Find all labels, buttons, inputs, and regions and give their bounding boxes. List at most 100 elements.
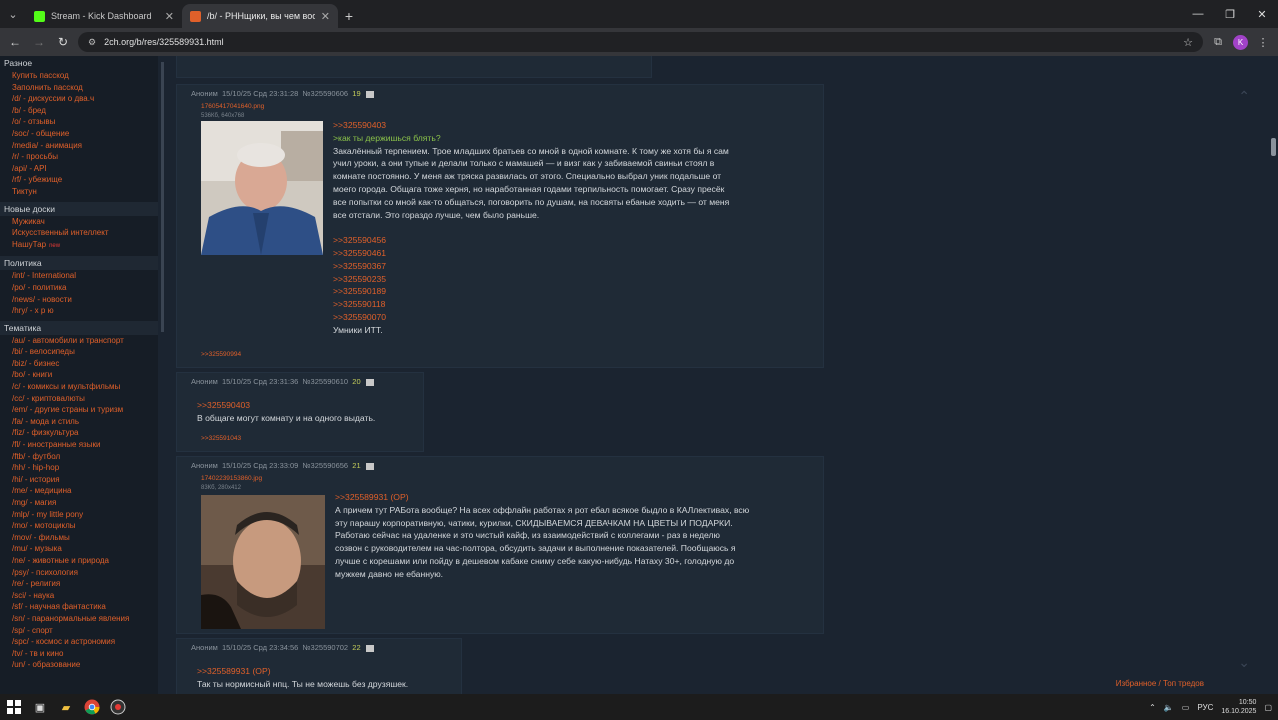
post-reference-link[interactable]: >>325590403 (333, 119, 813, 132)
tray-chevron-icon[interactable]: ⌃ (1149, 703, 1156, 712)
new-tab-button[interactable]: + (338, 4, 360, 28)
post-menu-icon[interactable] (365, 90, 374, 98)
sidebar-board-link[interactable]: /un/ - образование (0, 659, 158, 671)
tab-kick-dashboard[interactable]: Stream - Kick Dashboard ✕ (26, 4, 182, 28)
post-reference-link[interactable]: >>325590070 (333, 311, 813, 324)
tab-2ch-thread[interactable]: /b/ - РННщики, вы чем вообще ✕ (182, 4, 338, 28)
sidebar-board-link[interactable]: /news/ - новости (0, 294, 158, 306)
sidebar-board-link[interactable]: НашуТар new (0, 239, 158, 253)
post-image-thumbnail[interactable] (201, 121, 323, 255)
post-reference-link[interactable]: >>325589931 (OP) (335, 491, 819, 504)
profile-avatar[interactable]: K (1233, 34, 1248, 50)
sidebar-board-link[interactable]: /c/ - комиксы и мультфильмы (0, 381, 158, 393)
sidebar-scrollbar[interactable] (161, 62, 164, 332)
sidebar-board-link[interactable]: /ftb/ - футбол (0, 451, 158, 463)
url-field[interactable]: ⚙ 2ch.org/b/res/325589931.html ☆ (78, 32, 1203, 52)
post-id[interactable]: №325590702 (303, 643, 349, 652)
sidebar-board-link[interactable]: /em/ - другие страны и туризм (0, 404, 158, 416)
sidebar-board-link[interactable]: Купить пасскод (0, 70, 158, 82)
minimize-icon[interactable]: — (1182, 0, 1214, 28)
chrome-icon[interactable] (84, 699, 100, 715)
browser-menu-icon[interactable]: ⋮ (1254, 36, 1272, 49)
tab-close-icon[interactable]: ✕ (165, 10, 174, 23)
sidebar-board-link[interactable]: /r/ - просьбы (0, 151, 158, 163)
sidebar-board-link[interactable]: /int/ - International (0, 270, 158, 282)
sidebar-board-link[interactable]: /hry/ - х р ю (0, 305, 158, 317)
volume-icon[interactable]: 🔈 (1164, 703, 1174, 712)
sidebar-board-link[interactable]: /sci/ - наука (0, 590, 158, 602)
file-name[interactable]: 17402239153860.jpg (201, 475, 262, 482)
sidebar-board-link[interactable]: /sp/ - спорт (0, 625, 158, 637)
sidebar-board-link[interactable]: /tv/ - тв и кино (0, 648, 158, 660)
sidebar-board-link[interactable]: /me/ - медицина (0, 485, 158, 497)
post-menu-icon[interactable] (365, 378, 374, 386)
forward-icon[interactable]: → (30, 35, 48, 49)
sidebar-board-link[interactable]: /biz/ - бизнес (0, 358, 158, 370)
network-icon[interactable]: ▭ (1182, 703, 1190, 712)
file-explorer-icon[interactable]: ▰ (58, 699, 74, 715)
sidebar-board-link[interactable]: /bo/ - книги (0, 369, 158, 381)
post-id[interactable]: №325590656 (303, 461, 349, 470)
task-view-icon[interactable]: ▣ (32, 699, 48, 715)
sidebar-board-link[interactable]: /soc/ - общение (0, 128, 158, 140)
post-reference-link[interactable]: >>325589931 (OP) (197, 665, 459, 678)
post-reference-link[interactable]: >>325590118 (333, 298, 813, 311)
sidebar-board-link[interactable]: /d/ - дискуссии о два.ч (0, 93, 158, 105)
sidebar-board-link[interactable]: /fiz/ - физкультура (0, 427, 158, 439)
sidebar-board-link[interactable]: /hh/ - hip-hop (0, 462, 158, 474)
sidebar-board-link[interactable]: /rf/ - убежище (0, 174, 158, 186)
reply-link[interactable]: >>325591043 (201, 435, 241, 442)
file-name[interactable]: 17605417041640.png (201, 103, 264, 110)
extensions-icon[interactable]: ⧉ (1209, 36, 1227, 49)
sidebar-board-link[interactable]: /bi/ - велосипеды (0, 346, 158, 358)
post-id[interactable]: №325590610 (303, 377, 349, 386)
sidebar-board-link[interactable]: /sn/ - паранормальные явления (0, 613, 158, 625)
sidebar-board-link[interactable]: /ne/ - животные и природа (0, 555, 158, 567)
post-reference-link[interactable]: >>325590189 (333, 285, 813, 298)
sidebar-board-link[interactable]: /mo/ - мотоциклы (0, 520, 158, 532)
sidebar-board-link[interactable]: /po/ - политика (0, 282, 158, 294)
close-window-icon[interactable]: ✕ (1246, 0, 1278, 28)
sidebar-board-link[interactable]: /re/ - религия (0, 578, 158, 590)
sidebar-board-link[interactable]: /o/ - отзывы (0, 116, 158, 128)
back-icon[interactable]: ← (6, 35, 24, 49)
sidebar-board-link[interactable]: Заполнить пасскод (0, 82, 158, 94)
sidebar-board-link[interactable]: /api/ - API (0, 163, 158, 175)
sidebar-board-link[interactable]: /b/ - бред (0, 105, 158, 117)
obs-record-icon[interactable] (110, 699, 126, 715)
sidebar-board-link[interactable]: /mg/ - магия (0, 497, 158, 509)
post-reference-link[interactable]: >>325590403 (197, 399, 423, 412)
sidebar-board-link[interactable]: /media/ - анимация (0, 140, 158, 152)
tab-close-icon[interactable]: ✕ (321, 10, 330, 23)
favorites-link[interactable]: Избранное / Топ тредов (1116, 679, 1204, 688)
post-reference-link[interactable]: >>325590461 (333, 247, 813, 260)
post-id[interactable]: №325590606 (303, 89, 349, 98)
sidebar-board-link[interactable]: /au/ - автомобили и транспорт (0, 335, 158, 347)
sidebar-board-link[interactable]: /fl/ - иностранные языки (0, 439, 158, 451)
bookmark-star-icon[interactable]: ☆ (1183, 36, 1193, 49)
sidebar-board-link[interactable]: /spc/ - космос и астрономия (0, 636, 158, 648)
windows-start-icon[interactable] (6, 699, 22, 715)
scroll-up-icon[interactable]: ⌃ (1238, 88, 1250, 105)
post-menu-icon[interactable] (365, 644, 374, 652)
language-indicator[interactable]: РУС (1197, 703, 1213, 712)
reload-icon[interactable]: ↻ (54, 35, 72, 49)
site-info-icon[interactable]: ⚙ (88, 37, 96, 48)
sidebar-board-link[interactable]: /psy/ - психология (0, 567, 158, 579)
sidebar-board-link[interactable]: Тиктун (0, 186, 158, 198)
sidebar-board-link[interactable]: /fa/ - мода и стиль (0, 416, 158, 428)
post-reference-link[interactable]: >>325590235 (333, 273, 813, 286)
sidebar-board-link[interactable]: /sf/ - научная фантастика (0, 601, 158, 613)
scroll-down-icon[interactable]: ⌄ (1238, 654, 1250, 671)
sidebar-board-link[interactable]: /mu/ - музыка (0, 543, 158, 555)
post-reference-link[interactable]: >>325590456 (333, 234, 813, 247)
sidebar-board-link[interactable]: /mov/ - фильмы (0, 532, 158, 544)
tab-search-icon[interactable]: ⌄ (0, 0, 26, 28)
post-image-thumbnail[interactable] (201, 495, 325, 629)
post-menu-icon[interactable] (365, 462, 374, 470)
restore-icon[interactable]: ❐ (1214, 0, 1246, 28)
reply-link[interactable]: >>325590994 (201, 351, 241, 358)
sidebar-board-link[interactable]: Мужикач (0, 216, 158, 228)
notifications-icon[interactable]: ▢ (1264, 703, 1272, 712)
page-scrollbar-thumb[interactable] (1271, 138, 1276, 156)
